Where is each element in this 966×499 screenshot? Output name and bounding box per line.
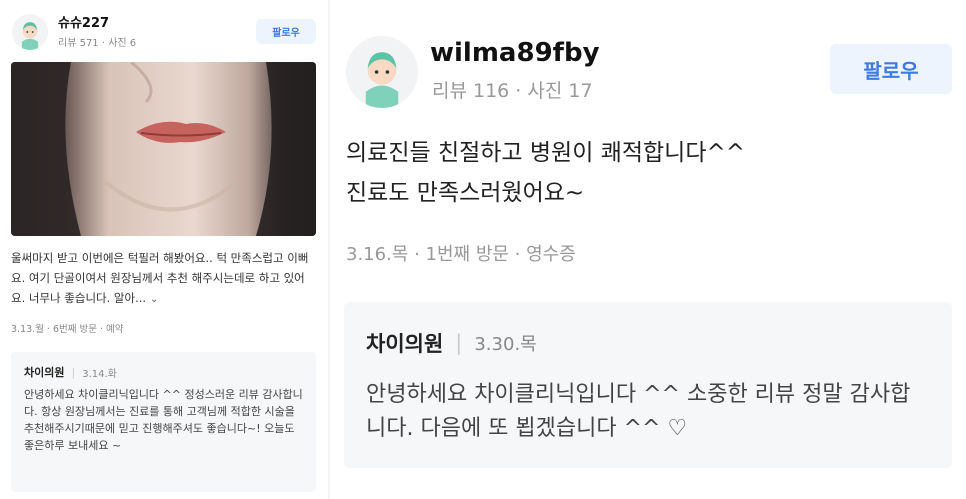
separator: | (455, 331, 463, 355)
review-photo[interactable] (11, 62, 316, 236)
reply-owner: 차이의원 (366, 332, 444, 356)
review-card-left: 슈슈227 리뷰 571 · 사진 6 팔로우 울써마지 받고 이번에은 턱필러… (0, 0, 328, 499)
reply-header: 차이의원 | 3.30.목 (366, 328, 930, 358)
reply-header: 차이의원 | 3.14.화 (24, 364, 303, 380)
visit-info: 3.13.월 · 6번째 방문 · 예약 (11, 324, 124, 335)
review-body-text: 울써마지 받고 이번에은 턱필러 해봤어요.. 턱 만족스럽고 이뻐요. 여기 … (11, 251, 309, 305)
review-body: 의료진들 친절하고 병원이 쾌적합니다^^ 진료도 만족스러웠어요~ (346, 133, 946, 213)
avatar-icon[interactable] (346, 36, 418, 108)
owner-reply: 차이의원 | 3.30.목 안녕하세요 차이클리닉입니다 ^^ 소중한 리뷰 정… (344, 302, 952, 468)
owner-reply: 차이의원 | 3.14.화 안녕하세요 차이클리닉입니다 ^^ 정성스러운 리뷰… (11, 352, 316, 492)
reply-owner: 차이의원 (24, 366, 65, 379)
avatar-icon[interactable] (12, 14, 48, 50)
review-stats: 리뷰 116 · 사진 17 (432, 80, 593, 102)
reply-date: 3.30.목 (474, 334, 537, 355)
separator: | (71, 365, 76, 379)
review-body-line: 의료진들 친절하고 병원이 쾌적합니다^^ (346, 140, 746, 166)
review-body: 울써마지 받고 이번에은 턱필러 해봤어요.. 턱 만족스럽고 이뻐요. 여기 … (11, 248, 316, 310)
review-stats: 리뷰 571 · 사진 6 (58, 38, 137, 49)
reply-text: 안녕하세요 차이클리닉입니다 ^^ 정성스러운 리뷰 감사합니다. 항상 원장님… (24, 388, 303, 452)
follow-button[interactable]: 팔로우 (830, 44, 952, 94)
follow-button[interactable]: 팔로우 (256, 19, 316, 44)
review-body-line: 진료도 만족스러웠어요~ (346, 180, 585, 206)
username[interactable]: 슈슈227 (58, 12, 109, 31)
visit-info: 3.16.목 · 1번째 방문 · 영수증 (346, 244, 576, 265)
username[interactable]: wilma89fby (430, 38, 600, 68)
review-card-right: wilma89fby 리뷰 116 · 사진 17 팔로우 의료진들 친절하고 … (330, 0, 966, 499)
chevron-down-icon[interactable]: ⌄ (150, 290, 158, 310)
reply-text: 안녕하세요 차이클리닉입니다 ^^ 소중한 리뷰 정말 감사합니다. 다음에 또… (366, 382, 911, 441)
reply-date: 3.14.화 (82, 368, 117, 380)
